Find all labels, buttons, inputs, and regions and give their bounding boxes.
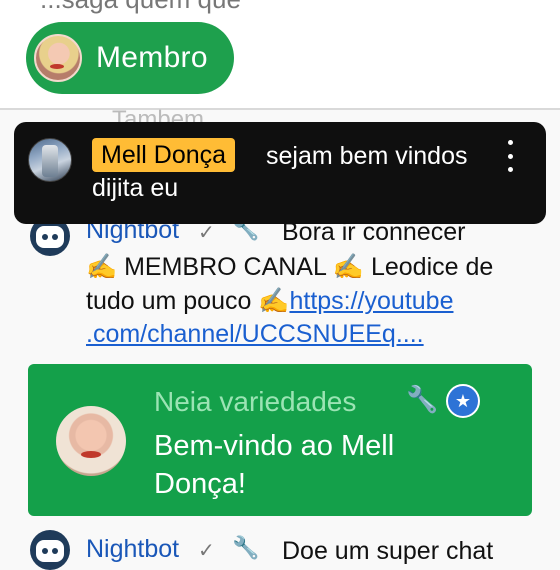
- member-badge-label: Membro: [96, 41, 208, 74]
- pinned-author-chip[interactable]: Mell Donça: [92, 138, 236, 172]
- chat-message-line: ✍️ MEMBRO CANAL ✍️ Leodice de: [86, 253, 494, 281]
- welcome-member-avatar[interactable]: [56, 406, 126, 476]
- nightbot-avatar[interactable]: [30, 530, 70, 570]
- chat-message-prefix: tudo um pouco ✍️: [86, 287, 290, 315]
- welcome-member-name[interactable]: Neia variedades: [154, 386, 356, 418]
- member-badge-button[interactable]: Membro: [26, 22, 234, 94]
- chat-message-line: tudo um pouco ✍️https://youtube: [86, 287, 453, 316]
- chat-link[interactable]: https://youtube: [289, 287, 453, 315]
- moderator-wrench-icon: 🔧: [232, 535, 260, 560]
- verified-check-icon: ✓: [198, 540, 215, 562]
- partial-text: ...saga quem que: [40, 0, 241, 15]
- welcome-message-line1: Bem-vindo ao Mell: [154, 430, 395, 462]
- membership-welcome-card: Neia variedades 🔧 ★ Bem-vindo ao Mell Do…: [28, 364, 532, 516]
- member-avatar: [34, 34, 82, 82]
- more-options-icon[interactable]: [502, 140, 518, 172]
- pinned-author-avatar: [28, 138, 72, 182]
- chat-message-line: .com/channel/UCCSNUEEq....: [86, 320, 424, 349]
- chat-link-continued[interactable]: .com/channel/UCCSNUEEq....: [86, 320, 424, 348]
- pinned-message-line2: dijita eu: [92, 174, 179, 202]
- moderator-wrench-icon: 🔧: [406, 384, 439, 414]
- header-panel: ...saga quem que Membro: [0, 0, 560, 110]
- welcome-message-line2: Donça!: [154, 468, 246, 500]
- pinned-message-text: sejam bem vindos: [266, 142, 468, 170]
- chat-message-text: Doe um super chat: [282, 537, 494, 565]
- member-star-icon: ★: [446, 384, 480, 418]
